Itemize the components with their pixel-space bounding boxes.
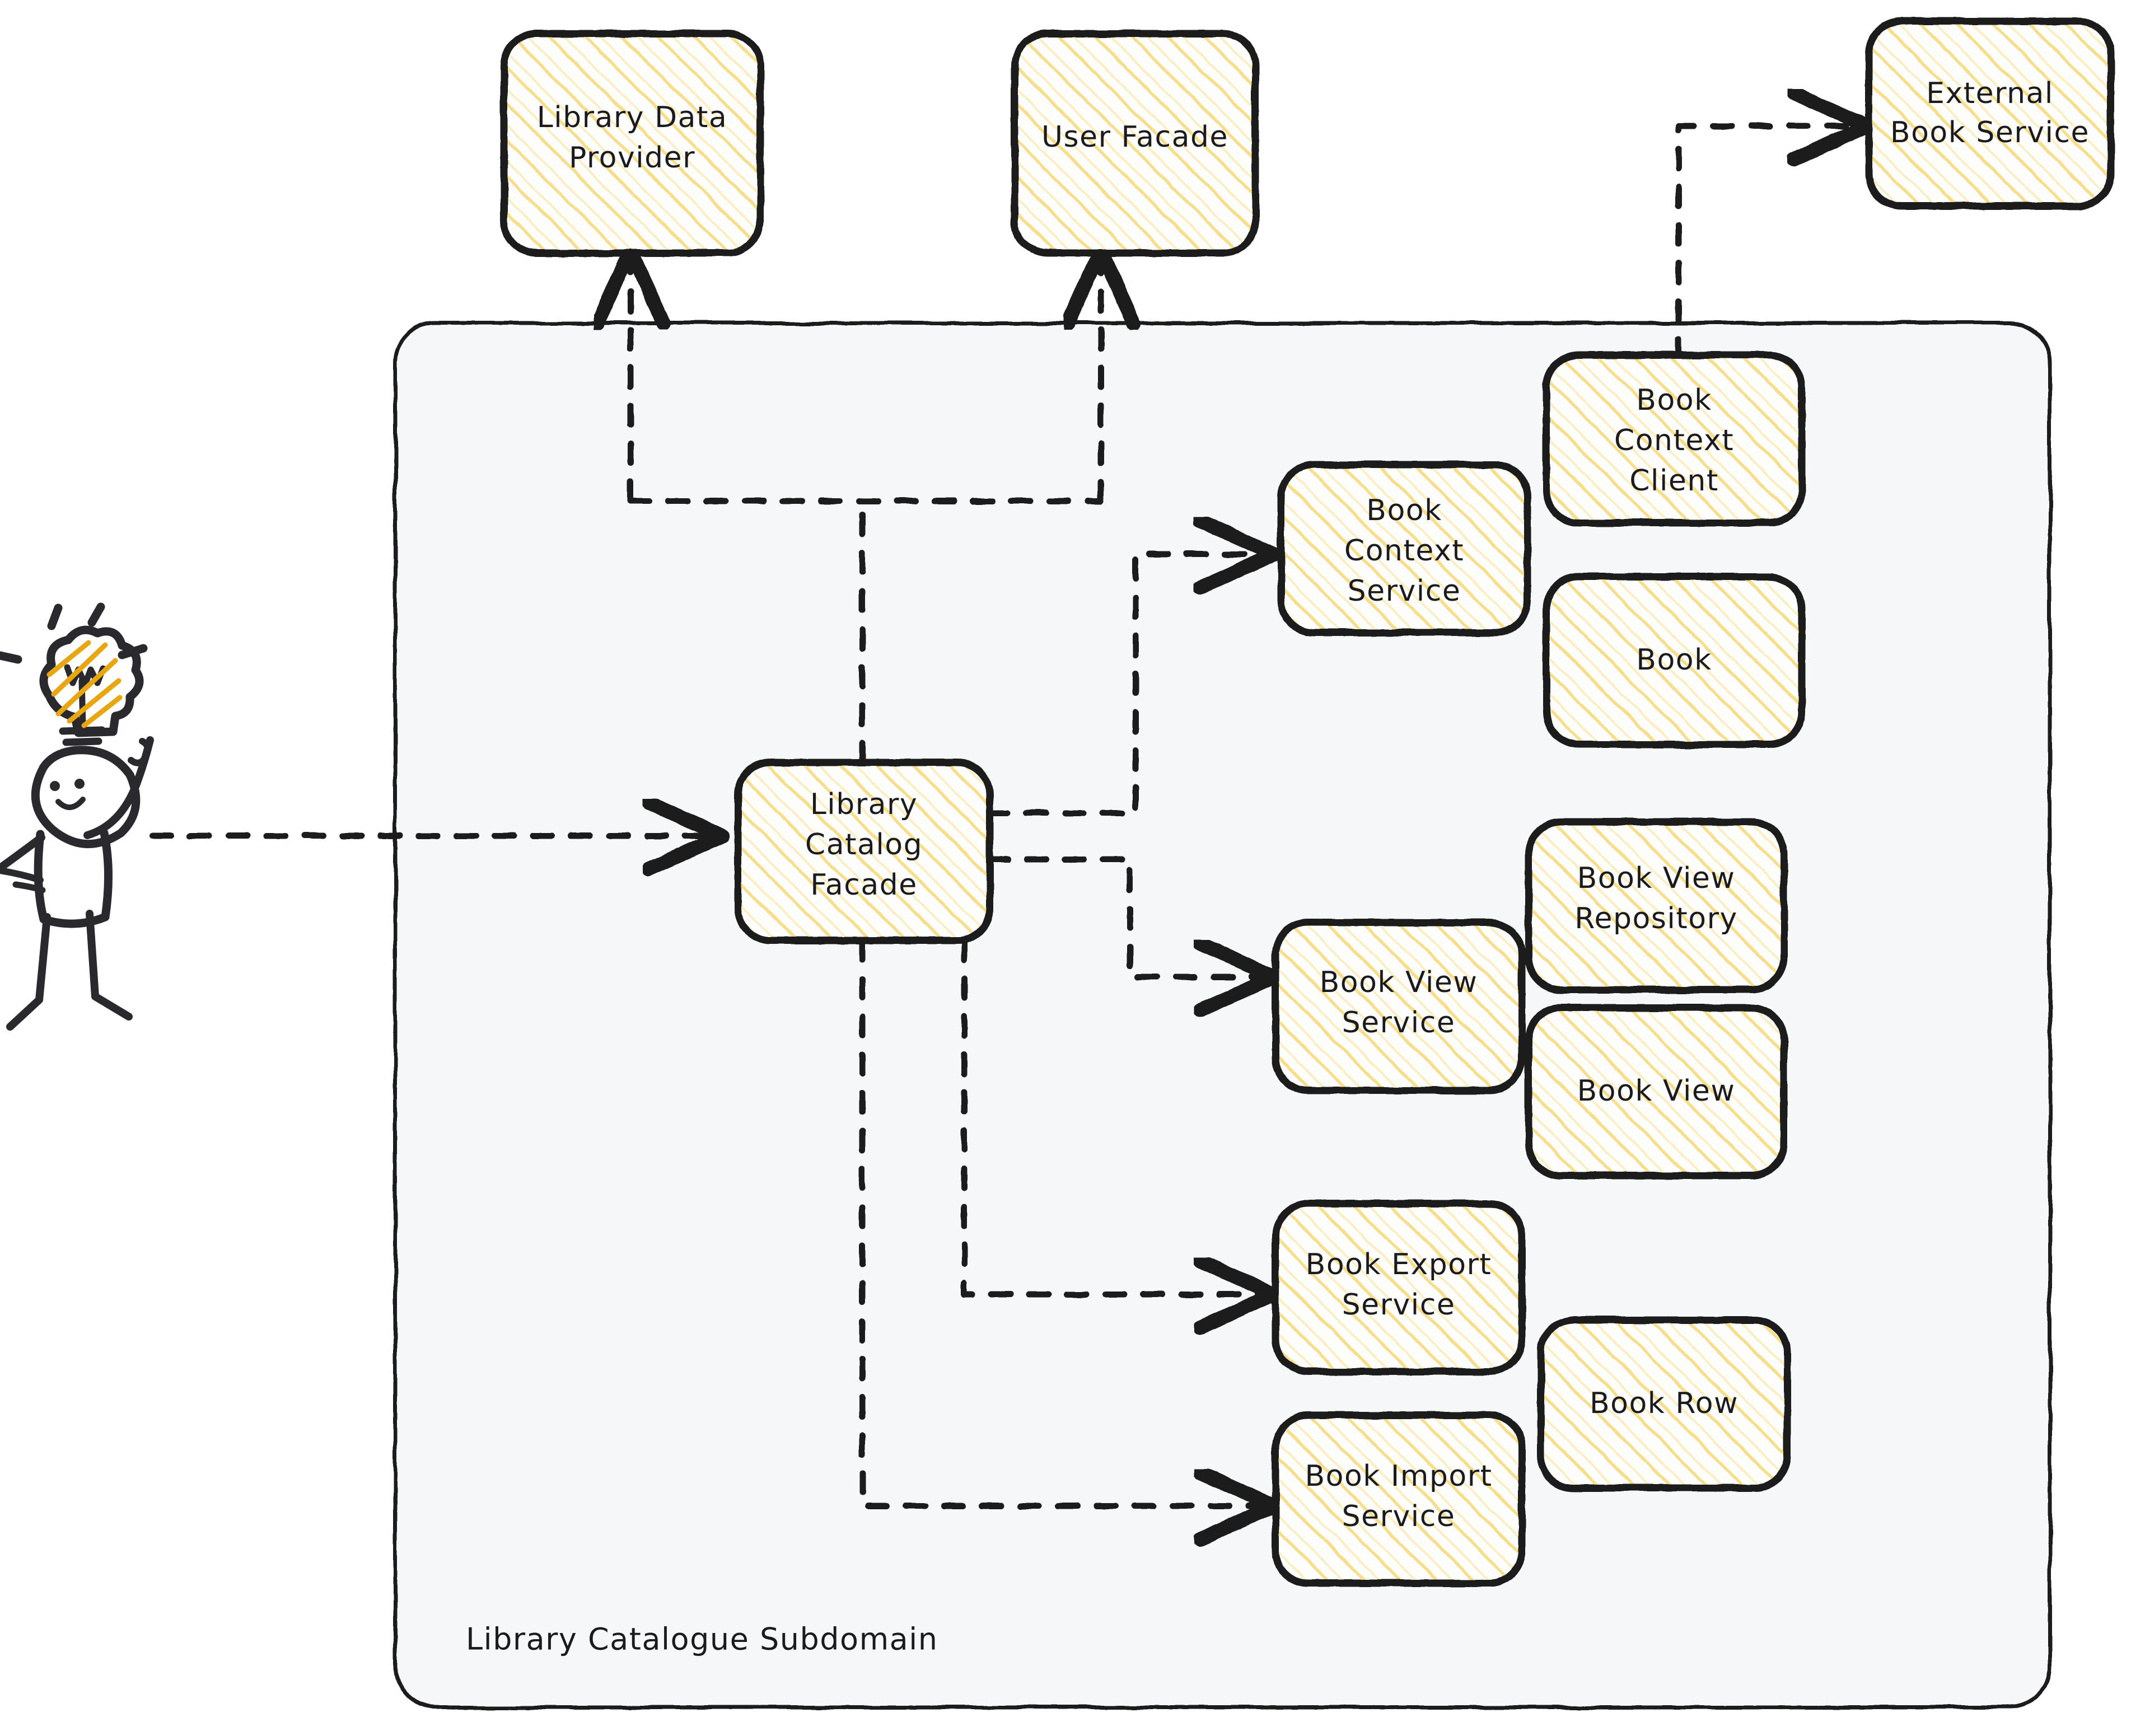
node-label-line: Client — [1629, 464, 1719, 498]
node-label-line: Service — [1342, 1288, 1456, 1322]
node-label-line: Book Import — [1305, 1459, 1492, 1493]
node-label-line: Repository — [1574, 902, 1738, 935]
node-label-line: Book View — [1320, 966, 1478, 999]
node-label-line: Book — [1636, 643, 1712, 677]
node-label-line: Book Service — [1890, 116, 2090, 149]
node-book-view-repository[interactable]: Book View Repository — [1525, 818, 1788, 994]
node-label-line: Service — [1342, 1500, 1456, 1533]
diagram-canvas: Library Catalogue Subdomain Library Data… — [0, 0, 2131, 1736]
node-label-line: Book View — [1577, 1074, 1736, 1108]
node-library-data-provider[interactable]: Library Data Provider — [500, 30, 764, 257]
node-library-catalog-facade[interactable]: Library Catalog Facade — [734, 759, 994, 944]
node-label-line: Book — [1636, 383, 1712, 417]
node-user-facade[interactable]: User Facade — [1011, 30, 1259, 257]
node-label-line: Facade — [810, 868, 917, 902]
node-book-row[interactable]: Book Row — [1537, 1316, 1791, 1492]
node-label-line: Book View — [1577, 862, 1736, 895]
node-book-import-service[interactable]: Book Import Service — [1272, 1411, 1526, 1587]
node-book-context-client[interactable]: Book Context Client — [1543, 351, 1806, 527]
actor-eye-right — [74, 779, 85, 789]
node-label-line: External — [1926, 77, 2054, 110]
node-book-view-service[interactable]: Book View Service — [1272, 919, 1526, 1094]
actor-eye-left — [50, 781, 60, 791]
node-label-line: Book Export — [1306, 1248, 1492, 1281]
node-external-book-service[interactable]: External Book Service — [1865, 17, 2115, 210]
node-label-line: Context — [1344, 534, 1464, 568]
node-book-export-service[interactable]: Book Export Service — [1272, 1200, 1526, 1375]
library-catalogue-subdomain-container: Library Catalogue Subdomain — [393, 321, 2052, 1710]
node-label-line: Service — [1342, 1006, 1456, 1040]
node-label-line: Book — [1366, 494, 1442, 527]
node-book[interactable]: Book — [1543, 573, 1806, 748]
node-book-view[interactable]: Book View — [1525, 1004, 1788, 1180]
node-label-line: Library — [810, 788, 918, 821]
node-label-line: Catalog — [805, 828, 923, 862]
node-label-line: Book Row — [1590, 1387, 1739, 1420]
node-label-line: Library Data — [537, 101, 728, 134]
node-label-line: Provider — [569, 141, 695, 175]
node-label-line: User Facade — [1041, 120, 1228, 154]
node-label-line: Service — [1348, 574, 1461, 608]
subdomain-label: Library Catalogue Subdomain — [466, 1622, 938, 1657]
node-book-context-service[interactable]: Book Context Service — [1277, 461, 1531, 637]
node-label-line: Context — [1614, 424, 1734, 457]
